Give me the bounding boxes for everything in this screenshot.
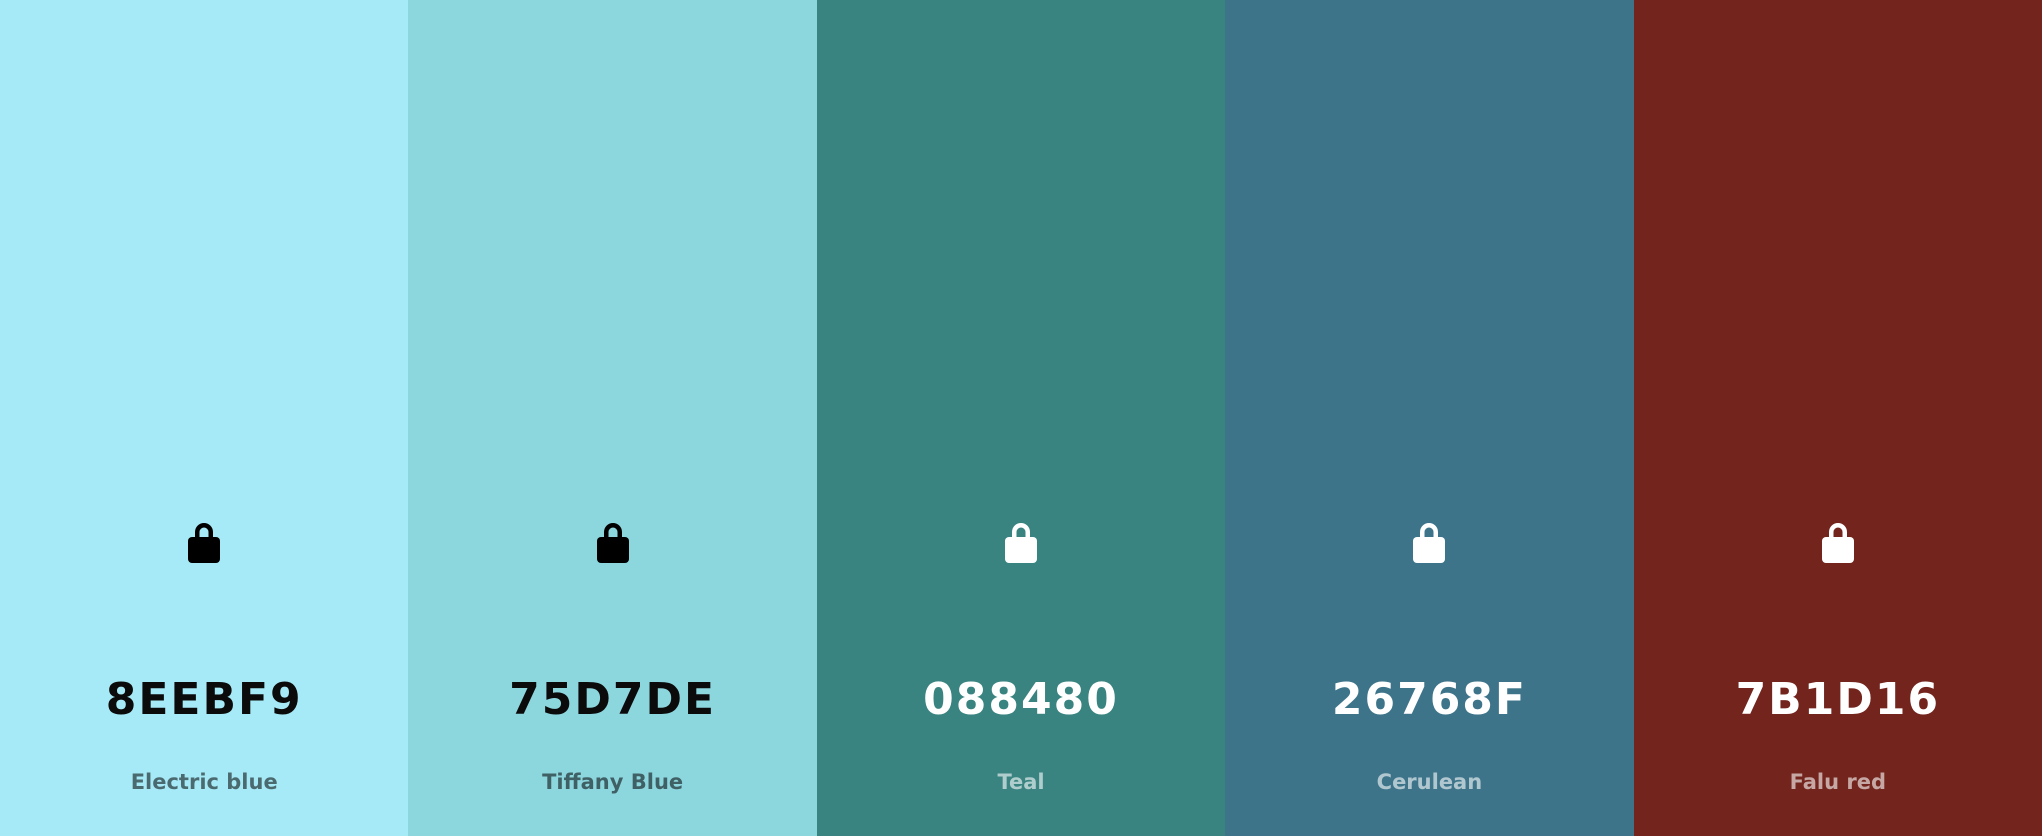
lock-button[interactable] [589, 518, 637, 566]
color-name: Tiffany Blue [542, 770, 684, 794]
color-hex-code[interactable]: 8EEBF9 [0, 672, 408, 728]
color-hex-code[interactable]: 088480 [817, 672, 1225, 728]
color-hex-code[interactable]: 26768F [1225, 672, 1633, 728]
color-hex-code[interactable]: 7B1D16 [1634, 672, 2042, 728]
lock-icon [1005, 523, 1038, 563]
color-name: Electric blue [130, 770, 278, 794]
lock-button[interactable] [180, 518, 228, 566]
color-name: Cerulean [1376, 770, 1483, 794]
color-swatch-falu-red[interactable]: 7B1D16 Falu red [1633, 0, 2042, 836]
color-swatch-teal[interactable]: 088480 Teal [816, 0, 1226, 836]
lock-button[interactable] [1814, 518, 1862, 566]
lock-icon [188, 523, 221, 563]
color-palette: 8EEBF9 Electric blue 75D7DE Tiffany Blue… [0, 0, 2042, 836]
color-hex-code[interactable]: 75D7DE [408, 672, 816, 728]
lock-button[interactable] [1405, 518, 1453, 566]
color-swatch-tiffany-blue[interactable]: 75D7DE Tiffany Blue [408, 0, 817, 836]
lock-icon [1821, 523, 1854, 563]
color-name: Teal [997, 770, 1045, 794]
lock-button[interactable] [997, 518, 1045, 566]
lock-icon [1413, 523, 1446, 563]
color-swatch-electric-blue[interactable]: 8EEBF9 Electric blue [0, 0, 409, 836]
color-swatch-cerulean[interactable]: 26768F Cerulean [1225, 0, 1634, 836]
lock-icon [596, 523, 629, 563]
color-name: Falu red [1789, 770, 1887, 794]
